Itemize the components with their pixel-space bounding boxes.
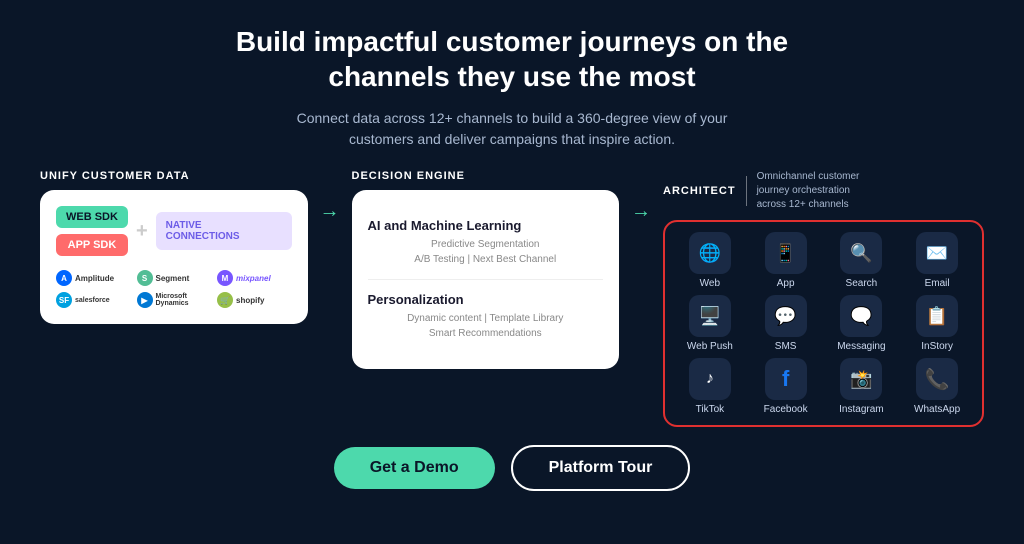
architect-desc: Omnichannel customer journey orchestrati… <box>757 170 860 212</box>
instory-icon: 📋 <box>916 295 958 337</box>
shopify-logo: 🛒 shopify <box>217 292 292 308</box>
channel-grid: 🌐 Web 📱 App 🔍 Search ✉️ Email 🖥️ <box>675 232 972 415</box>
instagram-label: Instagram <box>839 404 883 415</box>
channel-web: 🌐 Web <box>675 232 745 289</box>
app-icon: 📱 <box>765 232 807 274</box>
unify-column: UNIFY CUSTOMER DATA WEB SDK APP SDK + NA… <box>40 170 308 324</box>
main-columns: UNIFY CUSTOMER DATA WEB SDK APP SDK + NA… <box>40 170 984 427</box>
web-push-icon: 🖥️ <box>689 295 731 337</box>
web-label: Web <box>700 278 720 289</box>
decision-column: DECISION ENGINE AI and Machine Learning … <box>352 170 620 369</box>
personalization-title: Personalization <box>368 292 604 307</box>
web-push-label: Web Push <box>687 341 733 352</box>
arrow-1: → <box>320 170 340 223</box>
sms-label: SMS <box>775 341 797 352</box>
search-icon: 🔍 <box>840 232 882 274</box>
salesforce-logo: SF salesforce <box>56 292 131 308</box>
unify-label: UNIFY CUSTOMER DATA <box>40 170 308 182</box>
architect-card: 🌐 Web 📱 App 🔍 Search ✉️ Email 🖥️ <box>663 220 984 427</box>
email-icon: ✉️ <box>916 232 958 274</box>
web-sdk-badge: WEB SDK <box>56 206 128 228</box>
main-title: Build impactful customer journeys on the… <box>236 24 788 94</box>
channel-whatsapp: 📞 WhatsApp <box>902 358 972 415</box>
tiktok-label: TikTok <box>696 404 725 415</box>
sms-icon: 💬 <box>765 295 807 337</box>
unify-card: WEB SDK APP SDK + NATIVECONNECTIONS A Am… <box>40 190 308 324</box>
ai-sub: Predictive Segmentation A/B Testing | Ne… <box>368 237 604 267</box>
platform-tour-button[interactable]: Platform Tour <box>511 445 691 491</box>
subtitle-text: Connect data across 12+ channels to buil… <box>297 108 728 150</box>
personalization-section: Personalization Dynamic content | Templa… <box>368 280 604 353</box>
channel-instory: 📋 InStory <box>902 295 972 352</box>
amplitude-logo: A Amplitude <box>56 270 131 286</box>
get-demo-button[interactable]: Get a Demo <box>334 447 495 489</box>
buttons-row: Get a Demo Platform Tour <box>334 445 691 491</box>
microsoft-logo: ▶ MicrosoftDynamics <box>137 292 212 308</box>
tiktok-icon: ♪ <box>689 358 731 400</box>
whatsapp-label: WhatsApp <box>914 404 960 415</box>
decision-card: AI and Machine Learning Predictive Segme… <box>352 190 620 369</box>
channel-sms: 💬 SMS <box>751 295 821 352</box>
plus-icon: + <box>136 220 148 243</box>
native-connections-badge: NATIVECONNECTIONS <box>156 212 292 250</box>
email-label: Email <box>925 278 950 289</box>
search-label: Search <box>846 278 878 289</box>
app-label: App <box>777 278 795 289</box>
architect-label: ARCHITECT <box>663 185 736 197</box>
messaging-label: Messaging <box>837 341 885 352</box>
messaging-icon: 🗨️ <box>840 295 882 337</box>
whatsapp-icon: 📞 <box>916 358 958 400</box>
mixpanel-logo: M mixpanel <box>217 270 292 286</box>
facebook-label: Facebook <box>764 404 808 415</box>
channel-instagram: 📸 Instagram <box>827 358 897 415</box>
personalization-sub: Dynamic content | Template Library Smart… <box>368 311 604 341</box>
web-icon: 🌐 <box>689 232 731 274</box>
facebook-icon: f <box>765 358 807 400</box>
instory-label: InStory <box>921 341 953 352</box>
channel-messaging: 🗨️ Messaging <box>827 295 897 352</box>
instagram-icon: 📸 <box>840 358 882 400</box>
partner-logos: A Amplitude S Segment M mixpanel SF sale… <box>56 270 292 308</box>
decision-label: DECISION ENGINE <box>352 170 620 182</box>
ai-section: AI and Machine Learning Predictive Segme… <box>368 206 604 280</box>
channel-web-push: 🖥️ Web Push <box>675 295 745 352</box>
channel-tiktok: ♪ TikTok <box>675 358 745 415</box>
channel-app: 📱 App <box>751 232 821 289</box>
segment-logo: S Segment <box>137 270 212 286</box>
app-sdk-badge: APP SDK <box>56 234 128 256</box>
channel-email: ✉️ Email <box>902 232 972 289</box>
channel-search: 🔍 Search <box>827 232 897 289</box>
ai-title: AI and Machine Learning <box>368 218 604 233</box>
arrow-2: → <box>631 170 651 223</box>
channel-facebook: f Facebook <box>751 358 821 415</box>
architect-header: ARCHITECT Omnichannel customer journey o… <box>663 170 984 212</box>
architect-column: ARCHITECT Omnichannel customer journey o… <box>663 170 984 427</box>
architect-divider <box>746 176 747 206</box>
